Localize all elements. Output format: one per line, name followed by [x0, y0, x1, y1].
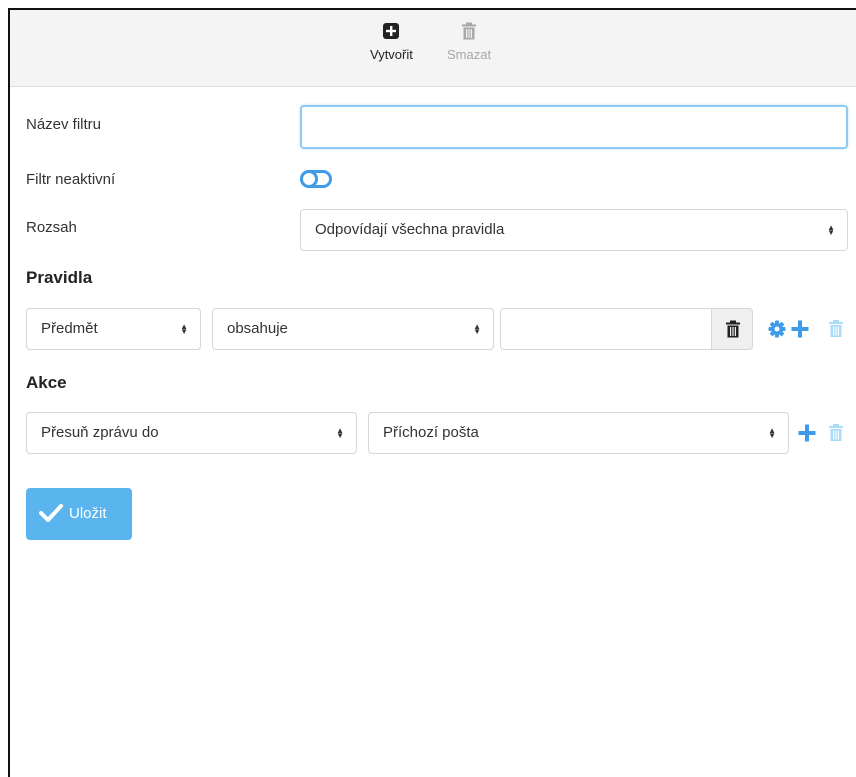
inactive-label: Filtr neaktivní	[26, 171, 116, 188]
add-action-icon[interactable]	[798, 424, 816, 442]
scope-select[interactable]: Odpovídají všechna pravidla ▲ ▼	[300, 209, 848, 251]
filter-editor-panel: Vytvořit Smazat Název filtru Filtr neakt…	[8, 8, 856, 777]
delete-label: Smazat	[447, 47, 492, 62]
rule-value-input[interactable]	[500, 308, 712, 350]
save-label: Uložit	[69, 505, 107, 522]
add-rule-icon[interactable]	[791, 320, 809, 338]
rule-field-value: Předmět	[41, 320, 98, 337]
select-caret-icon: ▲ ▼	[473, 321, 481, 336]
select-caret-icon: ▲ ▼	[827, 222, 835, 237]
gear-icon[interactable]	[768, 320, 786, 338]
rule-value-clear-button[interactable]	[711, 308, 753, 350]
actions-heading: Akce	[26, 373, 67, 392]
rule-field-select[interactable]: Předmět ▲ ▼	[26, 308, 201, 350]
save-button[interactable]: Uložit	[26, 488, 132, 540]
filter-name-label: Název filtru	[26, 116, 102, 133]
check-icon	[39, 504, 63, 522]
select-caret-icon: ▲ ▼	[336, 425, 344, 440]
action-target-value: Příchozí pošta	[383, 424, 479, 441]
action-type-value: Přesuň zprávu do	[41, 424, 159, 441]
delete-button[interactable]: Smazat	[447, 22, 491, 62]
rules-heading: Pravidla	[26, 268, 93, 287]
filter-name-input[interactable]	[300, 105, 848, 149]
rule-operator-select[interactable]: obsahuje ▲ ▼	[212, 308, 494, 350]
trash-icon	[462, 22, 477, 40]
trash-icon	[726, 320, 740, 338]
toolbar: Vytvořit Smazat	[10, 10, 856, 87]
create-button[interactable]: Vytvořit	[370, 22, 413, 62]
rule-operator-value: obsahuje	[227, 320, 288, 337]
action-type-select[interactable]: Přesuň zprávu do ▲ ▼	[26, 412, 357, 454]
remove-action-icon[interactable]	[828, 423, 844, 442]
select-caret-icon: ▲ ▼	[180, 321, 188, 336]
plus-square-icon	[383, 23, 400, 39]
scope-label: Rozsah	[26, 219, 77, 236]
create-label: Vytvořit	[370, 47, 413, 62]
remove-rule-icon[interactable]	[828, 319, 844, 338]
select-caret-icon: ▲ ▼	[768, 425, 776, 440]
inactive-toggle[interactable]	[300, 170, 332, 188]
action-target-select[interactable]: Příchozí pošta ▲ ▼	[368, 412, 789, 454]
scope-value: Odpovídají všechna pravidla	[315, 221, 505, 238]
